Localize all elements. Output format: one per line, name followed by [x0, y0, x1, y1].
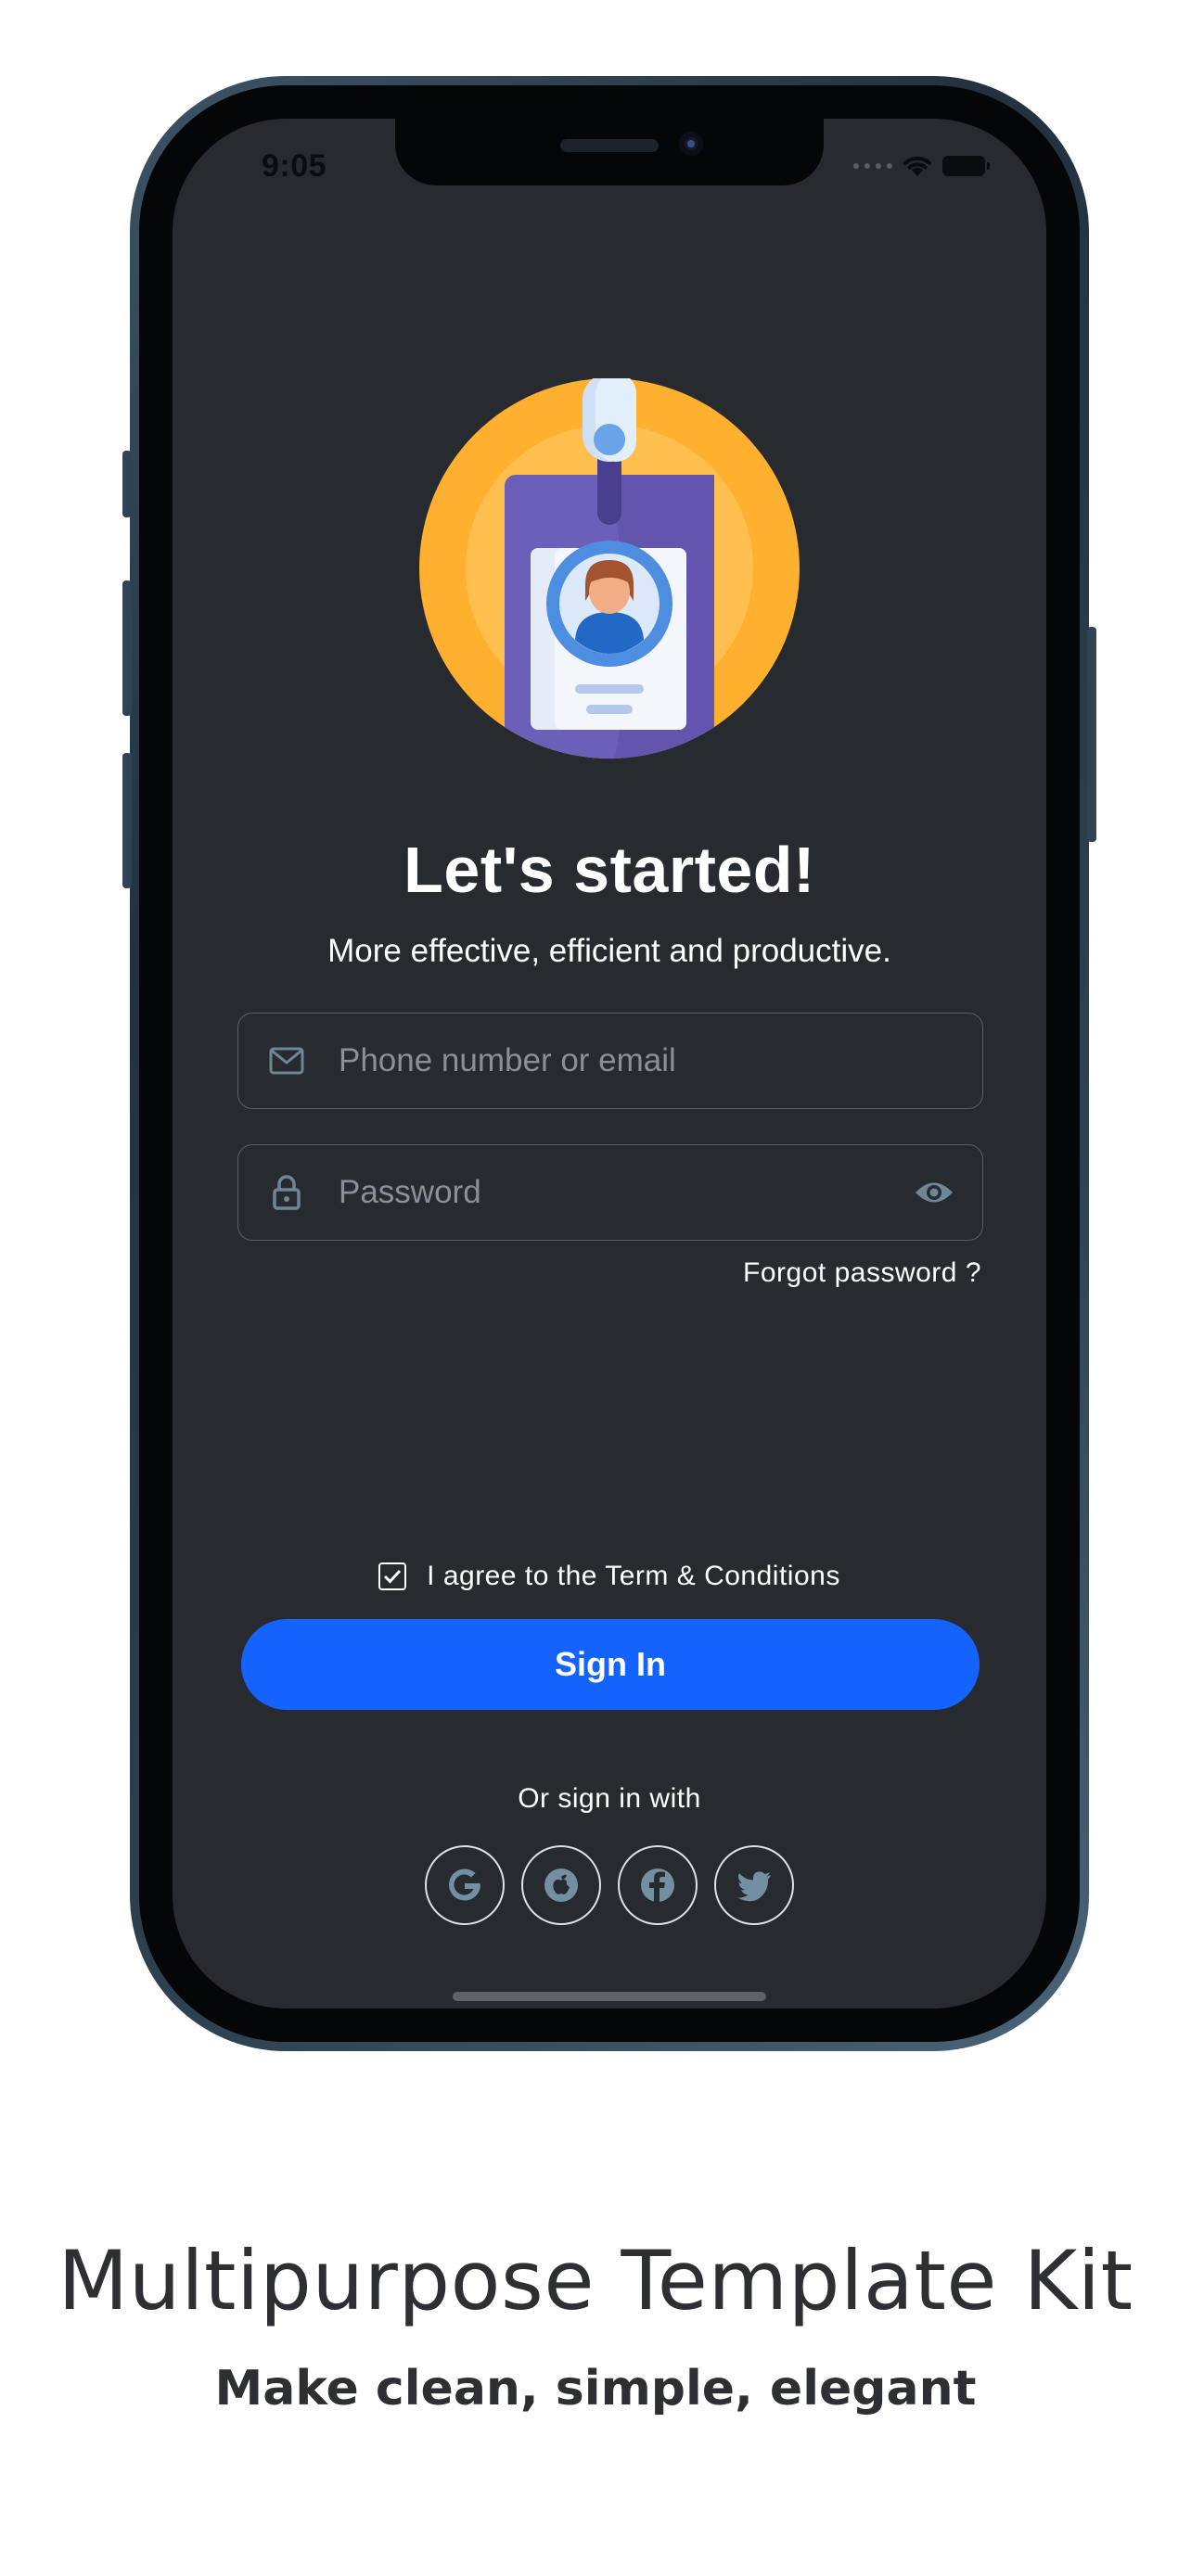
eye-icon[interactable]: [914, 1172, 954, 1213]
promo-title: Multipurpose Template Kit: [58, 2233, 1133, 2328]
google-icon: [449, 1868, 480, 1901]
wifi-icon: [903, 156, 931, 176]
id-badge-illustration: [419, 378, 800, 759]
google-sign-in-button[interactable]: [425, 1845, 505, 1925]
app-screen: 9:05 Let's started! More effective, effi…: [173, 119, 1046, 2009]
signal-dots-icon: [853, 163, 892, 169]
terms-checkbox[interactable]: [378, 1562, 407, 1590]
promo-subtitle: Make clean, simple, elegant: [214, 2361, 977, 2417]
facebook-sign-in-button[interactable]: [618, 1845, 698, 1925]
status-time: 9:05: [262, 148, 327, 184]
mail-icon: [268, 1042, 305, 1079]
terms-agreement: I agree to the Term & Conditions: [173, 1561, 1046, 1592]
email-field[interactable]: [237, 1013, 983, 1109]
twitter-sign-in-button[interactable]: [714, 1845, 794, 1925]
apple-icon: [544, 1868, 578, 1902]
front-camera: [679, 132, 703, 156]
terms-label: I agree to the Term & Conditions: [427, 1561, 840, 1591]
checkmark-icon: [384, 1569, 402, 1584]
home-indicator: [453, 1992, 766, 2001]
password-input[interactable]: [337, 1173, 914, 1212]
volume-up-button: [122, 580, 132, 716]
lock-icon: [268, 1174, 305, 1211]
social-login-buttons: [173, 1845, 1046, 1925]
page-subtitle: More effective, efficient and productive…: [327, 933, 891, 969]
sign-in-button[interactable]: Sign In: [241, 1619, 980, 1710]
speaker-grille: [560, 139, 659, 152]
apple-sign-in-button[interactable]: [521, 1845, 601, 1925]
forgot-password-link[interactable]: Forgot password ?: [743, 1257, 981, 1289]
volume-down-button: [122, 753, 132, 888]
email-input[interactable]: [337, 1041, 982, 1080]
mute-switch: [122, 451, 132, 517]
twitter-icon: [737, 1871, 771, 1902]
notch: [395, 119, 824, 185]
status-icons: [853, 154, 990, 178]
password-field[interactable]: [237, 1144, 983, 1241]
power-button: [1087, 627, 1096, 842]
page-title: Let's started!: [403, 834, 815, 906]
facebook-icon: [641, 1868, 674, 1902]
or-sign-in-with-label: Or sign in with: [518, 1783, 701, 1814]
battery-icon: [942, 156, 990, 176]
